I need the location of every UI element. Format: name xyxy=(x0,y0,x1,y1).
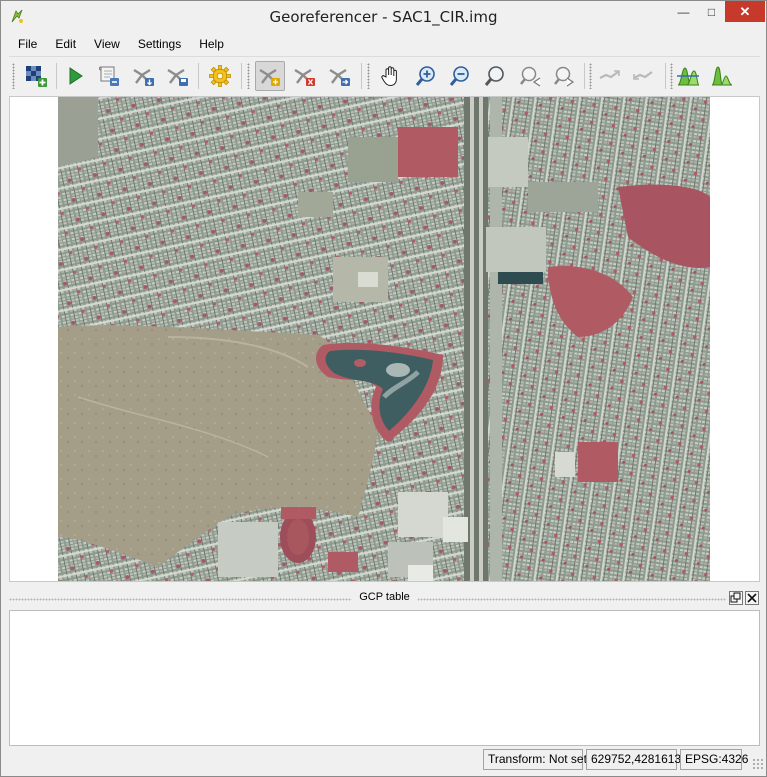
window-title: Georeferencer - SAC1_CIR.img xyxy=(269,8,498,26)
gcp-table[interactable] xyxy=(9,610,760,746)
close-button[interactable]: ✕ xyxy=(725,1,765,22)
raster-image[interactable] xyxy=(58,97,710,581)
gcp-dock-title: GCP table xyxy=(351,591,418,603)
menu-help[interactable]: Help xyxy=(190,34,233,54)
menu-file[interactable]: File xyxy=(9,34,46,54)
save-gcp-points-icon xyxy=(167,68,188,86)
link-georeferencer-to-qgis-button[interactable] xyxy=(595,61,625,91)
zoom-to-layer-button[interactable] xyxy=(480,61,510,91)
float-icon xyxy=(730,592,741,603)
resize-grip[interactable] xyxy=(752,758,764,770)
close-icon: ✕ xyxy=(739,3,751,19)
pan-button[interactable] xyxy=(376,61,406,91)
zoom-next-icon xyxy=(553,66,575,87)
start-georeferencing-button[interactable] xyxy=(60,61,90,91)
toolbar-grip[interactable] xyxy=(589,63,592,89)
coordinate-readout: 629752,4281613 xyxy=(586,749,681,770)
minimize-icon: — xyxy=(677,4,690,19)
menu-bar: File Edit View Settings Help xyxy=(9,34,233,54)
maximize-icon: □ xyxy=(707,4,716,19)
transformation-settings-button[interactable] xyxy=(205,61,235,91)
toolbar-grip[interactable] xyxy=(367,63,370,89)
zoom-next-button[interactable] xyxy=(549,61,579,91)
transform-status: Transform: Not set xyxy=(483,749,587,770)
zoom-in-button[interactable] xyxy=(411,61,441,91)
full-histogram-stretch-icon xyxy=(677,67,700,86)
menu-settings[interactable]: Settings xyxy=(129,34,190,54)
load-gcp-points-button[interactable] xyxy=(129,61,159,91)
maximize-button[interactable]: □ xyxy=(698,1,725,22)
status-bar: Transform: Not set 629752,4281613 EPSG:4… xyxy=(1,747,766,772)
map-canvas[interactable] xyxy=(9,96,760,582)
local-histogram-stretch-button[interactable] xyxy=(707,61,737,91)
open-raster-icon xyxy=(26,66,47,87)
save-gcp-points-button[interactable] xyxy=(163,61,193,91)
link-qgis-to-georeferencer-icon xyxy=(633,71,653,80)
crs-indicator[interactable]: EPSG:4326 xyxy=(680,749,748,770)
delete-point-button[interactable] xyxy=(290,61,320,91)
float-dock-button[interactable] xyxy=(729,591,743,605)
delete-point-icon xyxy=(294,68,315,86)
local-histogram-stretch-icon xyxy=(711,66,733,86)
start-georeferencing-icon xyxy=(69,67,83,85)
move-gcp-point-button[interactable] xyxy=(325,61,355,91)
add-point-icon xyxy=(259,68,280,86)
close-icon xyxy=(747,593,757,603)
aerial-image xyxy=(58,97,710,581)
zoom-out-button[interactable] xyxy=(445,61,475,91)
link-georeferencer-to-qgis-icon xyxy=(599,70,620,79)
generate-gdal-script-icon xyxy=(99,66,119,86)
move-gcp-point-icon xyxy=(329,68,350,86)
minimize-button[interactable]: — xyxy=(669,1,698,22)
generate-gdal-script-button[interactable] xyxy=(94,61,124,91)
full-histogram-stretch-button[interactable] xyxy=(673,61,703,91)
transformation-settings-icon xyxy=(209,65,231,87)
open-raster-button[interactable] xyxy=(21,61,51,91)
add-point-button[interactable] xyxy=(255,61,285,91)
toolbar-grip[interactable] xyxy=(12,63,15,89)
title-bar[interactable]: Georeferencer - SAC1_CIR.img — □ ✕ xyxy=(1,1,766,32)
link-qgis-to-georeferencer-button[interactable] xyxy=(629,61,659,91)
toolbar-grip[interactable] xyxy=(247,63,250,89)
toolbar xyxy=(9,56,760,94)
zoom-in-icon xyxy=(415,66,435,86)
zoom-to-layer-icon xyxy=(484,66,504,86)
gcp-dock-titlebar[interactable]: GCP table xyxy=(9,590,760,608)
menu-edit[interactable]: Edit xyxy=(46,34,85,54)
zoom-last-button[interactable] xyxy=(515,61,545,91)
pan-icon xyxy=(381,66,397,87)
zoom-last-icon xyxy=(519,66,541,87)
zoom-out-icon xyxy=(449,66,469,86)
close-dock-button[interactable] xyxy=(745,591,759,605)
georeferencer-window: Georeferencer - SAC1_CIR.img — □ ✕ File … xyxy=(0,0,767,777)
menu-view[interactable]: View xyxy=(85,34,129,54)
load-gcp-points-icon xyxy=(133,68,154,86)
